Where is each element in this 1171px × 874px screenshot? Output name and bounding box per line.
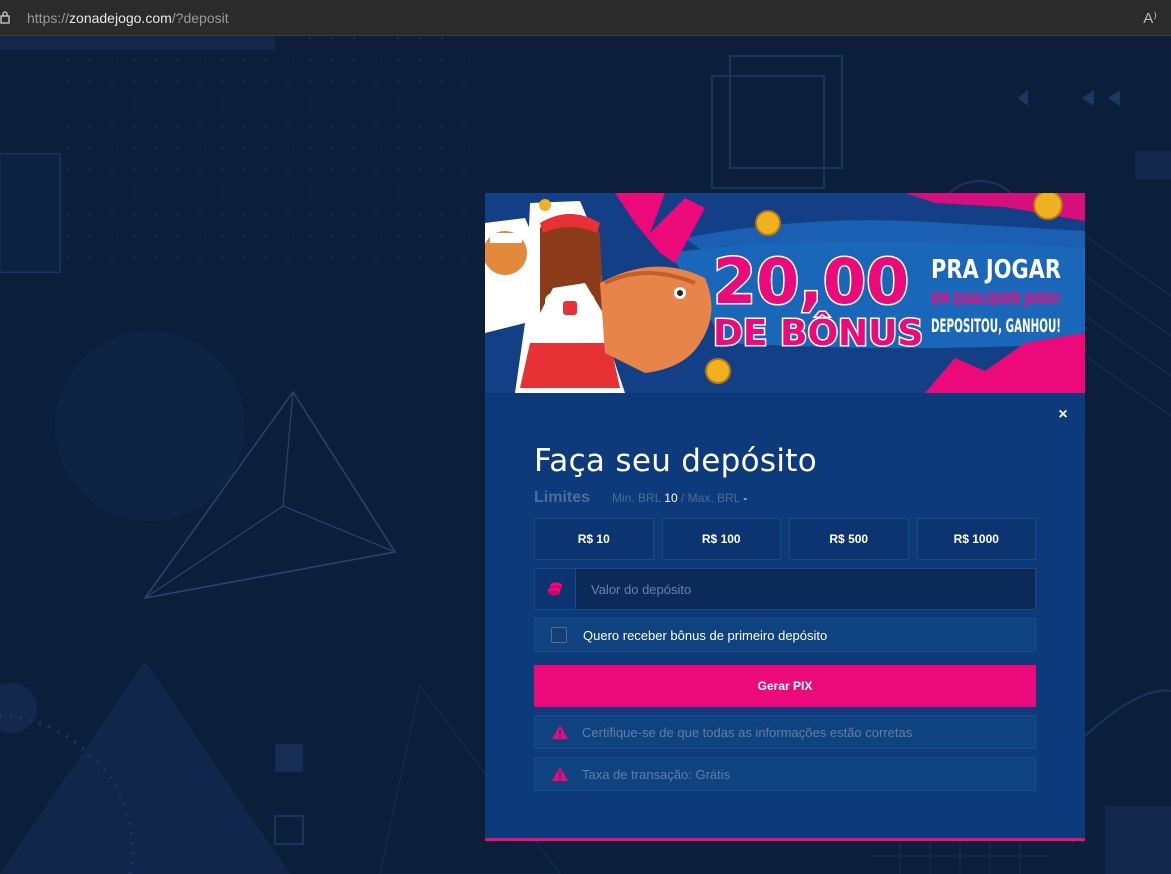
banner-bonus-text: DE BÔNUS [713, 312, 923, 354]
notice-text: Certifique-se de que todas as informaçõe… [582, 724, 913, 740]
read-aloud-icon[interactable]: A⁾ [1143, 9, 1157, 27]
url-domain: zonadejogo.com [69, 10, 172, 26]
limits-label: Limites [534, 489, 591, 506]
deposit-amount-field [534, 568, 1036, 610]
modal-title: Faça seu depósito [534, 443, 817, 479]
browser-address-bar: https://zonadejogo.com/?deposit A⁾ [0, 0, 1171, 36]
coins-icon [535, 569, 576, 609]
lock-icon[interactable] [0, 11, 10, 24]
notice-transaction-fee: Taxa de transação: Grátis [534, 757, 1036, 791]
max-label: Max. BRL [687, 491, 740, 505]
bonus-checkbox[interactable] [551, 627, 567, 643]
notice-verify-info: Certifique-se de que todas as informaçõe… [534, 715, 1036, 749]
bonus-checkbox-label: Quero receber bônus de primeiro depósito [583, 627, 828, 643]
banner-line1: PRA JOGAR [931, 255, 1061, 285]
limits-separator: / [680, 491, 685, 505]
close-button[interactable]: × [1053, 405, 1073, 425]
amount-100-button[interactable]: R$ 100 [661, 518, 781, 560]
quick-amounts: R$ 10 R$ 100 R$ 500 R$ 1000 [534, 518, 1036, 560]
bonus-option[interactable]: Quero receber bônus de primeiro depósito [534, 618, 1036, 652]
min-label: Min. BRL [612, 491, 661, 505]
min-value: 10 [664, 491, 678, 505]
banner-amount-text: 20,00 [713, 245, 909, 318]
url-path: /?deposit [171, 10, 229, 26]
banner-line3: DEPOSITOU, GANHOU! [931, 315, 1061, 337]
generate-pix-button[interactable]: Gerar PIX [534, 665, 1036, 707]
url-field[interactable]: https://zonadejogo.com/?deposit [27, 10, 229, 26]
promo-banner: 20,00 DE BÔNUS PRA JOGAR EM QUALQUER JOG… [485, 193, 1085, 393]
warning-icon [552, 725, 568, 739]
amount-1000-button[interactable]: R$ 1000 [916, 518, 1036, 560]
deposit-amount-input[interactable] [576, 569, 1035, 609]
banner-line2: EM QUALQUER JOGO! [931, 289, 1061, 308]
limits-values: Min. BRL 10 / Max. BRL - [612, 491, 747, 505]
max-value: - [743, 491, 748, 505]
deposit-limits: Limites Min. BRL 10 / Max. BRL - [534, 489, 747, 507]
deposit-modal: 20,00 DE BÔNUS PRA JOGAR EM QUALQUER JOG… [485, 193, 1085, 841]
amount-10-button[interactable]: R$ 10 [534, 518, 654, 560]
notice-text: Taxa de transação: Grátis [582, 766, 731, 782]
amount-500-button[interactable]: R$ 500 [789, 518, 909, 560]
promo-banner-art: 20,00 DE BÔNUS PRA JOGAR EM QUALQUER JOG… [485, 193, 1085, 393]
url-scheme: https:// [27, 10, 70, 26]
warning-icon [552, 767, 568, 781]
close-icon: × [1058, 406, 1068, 423]
